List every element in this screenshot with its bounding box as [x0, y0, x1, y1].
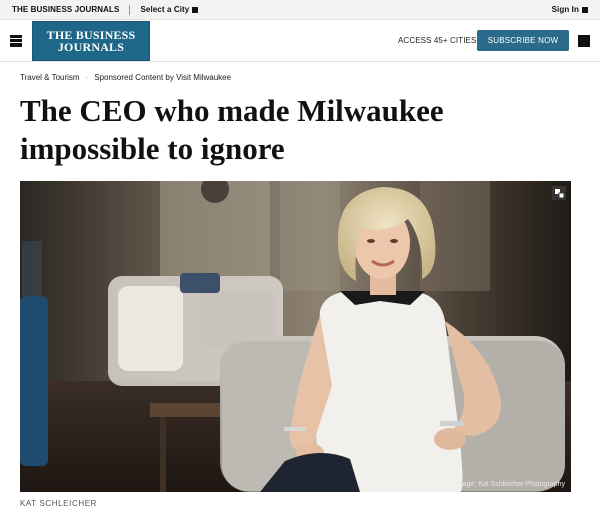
image-credit: Image: Kat Schleicher Photography: [454, 481, 565, 488]
expand-glyph: [554, 188, 564, 198]
expand-icon[interactable]: [552, 186, 566, 200]
logo-line-2: JOURNALS: [57, 40, 125, 54]
hamburger-icon[interactable]: [10, 35, 22, 47]
image-caption: KAT SCHLEICHER: [20, 499, 98, 508]
sign-in-link[interactable]: Sign In: [552, 5, 588, 14]
breadcrumb-category-link[interactable]: Travel & Tourism: [20, 73, 80, 82]
utility-bar: THE BUSINESS JOURNALS Select a City Sign…: [0, 0, 600, 20]
subscribe-button[interactable]: SUBSCRIBE NOW: [477, 30, 569, 51]
site-header: THE BUSINESS JOURNALS ACCESS 45+ CITIES …: [0, 20, 600, 62]
utility-brand-link[interactable]: THE BUSINESS JOURNALS: [12, 5, 119, 14]
account-icon[interactable]: [578, 35, 590, 47]
select-city-dropdown[interactable]: Select a City: [140, 5, 199, 14]
access-cities-link[interactable]: ACCESS 45+ CITIES: [398, 36, 476, 45]
headline-line-2: impossible to ignore: [20, 131, 285, 166]
select-city-label: Select a City: [140, 5, 190, 14]
breadcrumb-separator: ·: [85, 73, 89, 82]
site-logo[interactable]: THE BUSINESS JOURNALS: [32, 21, 150, 61]
sign-in-label: Sign In: [551, 5, 579, 14]
breadcrumb-sponsor-link[interactable]: Sponsored Content by Visit Milwaukee: [94, 73, 231, 82]
utility-divider: [129, 4, 131, 15]
sign-in-icon: [582, 6, 588, 13]
select-city-icon: [192, 6, 199, 13]
article-headline: The CEO who made Milwaukee impossible to…: [20, 92, 490, 168]
breadcrumb: Travel & Tourism · Sponsored Content by …: [20, 73, 231, 82]
headline-line-1: The CEO who made Milwaukee: [20, 93, 444, 128]
hero-image: Image: Kat Schleicher Photography: [20, 181, 571, 492]
hero-photo: [20, 181, 571, 492]
